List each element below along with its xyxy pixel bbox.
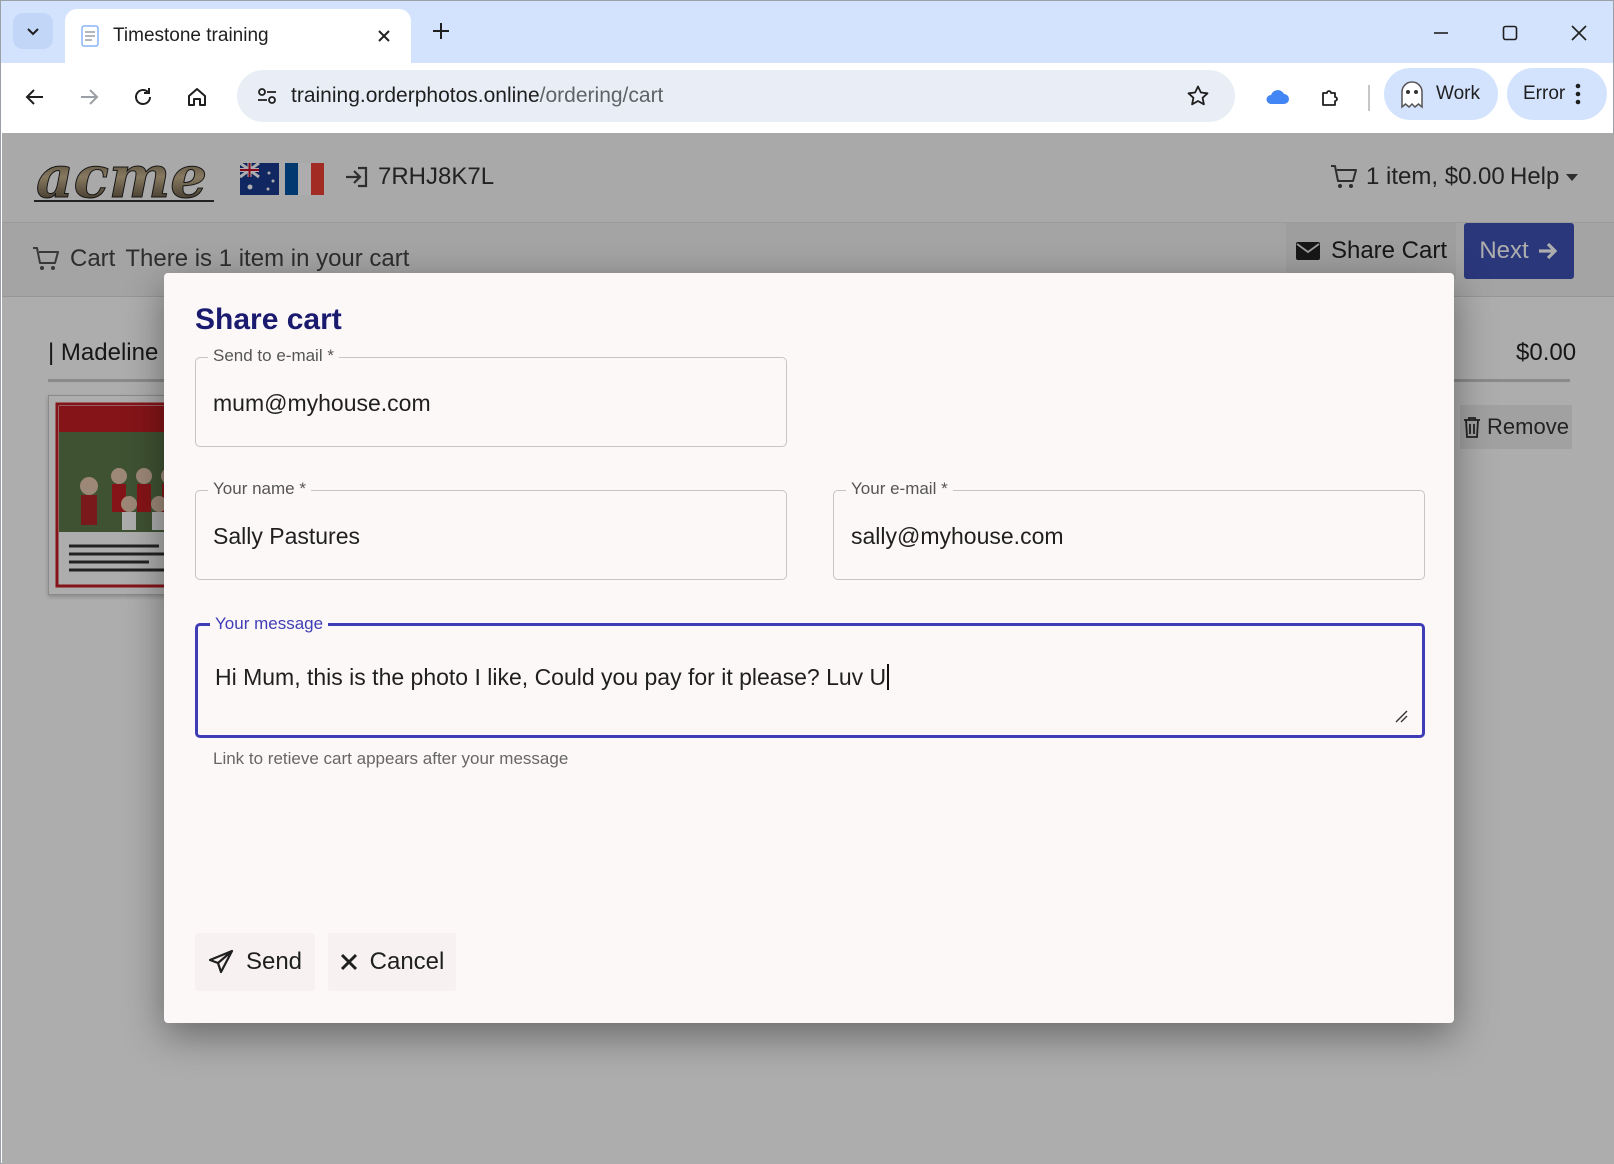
tab-search-button[interactable]	[13, 13, 53, 49]
arrow-right-icon	[81, 89, 99, 105]
profile-button[interactable]: Work	[1384, 68, 1498, 120]
error-menu-button[interactable]: Error	[1507, 68, 1607, 120]
your-email-field[interactable]: Your e-mail * sally@myhouse.com	[833, 479, 1425, 580]
minimize-button[interactable]	[1419, 13, 1463, 53]
close-icon	[340, 953, 357, 971]
share-cart-dialog: Share cart Send to e-mail * mum@myhouse.…	[164, 273, 1454, 1023]
forward-button[interactable]	[69, 77, 109, 117]
maximize-button[interactable]	[1488, 13, 1532, 53]
home-button[interactable]	[177, 77, 217, 117]
your-message-textarea[interactable]: Your message Hi Mum, this is the photo I…	[195, 614, 1425, 738]
error-label: Error	[1523, 83, 1566, 104]
send-to-email-value: mum@myhouse.com	[213, 390, 431, 416]
extensions-puzzle-icon[interactable]	[1311, 77, 1351, 117]
cloud-extension-icon[interactable]	[1257, 77, 1297, 117]
your-message-label: Your message	[210, 614, 329, 634]
close-window-button[interactable]	[1557, 13, 1601, 53]
reload-icon	[135, 88, 151, 105]
plus-icon	[433, 23, 449, 39]
tab-strip: Timestone training	[1, 1, 1613, 63]
your-email-label: Your e-mail *	[846, 479, 953, 499]
ghost-avatar-icon	[1401, 81, 1423, 109]
maximize-icon	[1502, 25, 1518, 41]
url-text: training.orderphotos.online/ordering/car…	[291, 84, 663, 108]
page-icon	[79, 24, 101, 48]
message-hint: Link to retieve cart appears after your …	[213, 749, 569, 768]
your-name-label: Your name *	[208, 479, 311, 499]
your-email-value: sally@myhouse.com	[851, 523, 1064, 549]
send-label: Send	[245, 948, 303, 975]
send-button[interactable]: Send	[195, 933, 315, 991]
close-icon	[1571, 25, 1587, 41]
address-bar[interactable]: training.orderphotos.online/ordering/car…	[237, 70, 1235, 122]
resize-grip-icon[interactable]	[1394, 709, 1408, 723]
page-content: acme 7RHJ8K7L 1 item, $0.00 Help Cart Th…	[2, 133, 1614, 1164]
url-host: training.orderphotos.online	[291, 84, 540, 107]
cancel-label: Cancel	[369, 948, 445, 975]
send-to-email-field[interactable]: Send to e-mail * mum@myhouse.com	[195, 346, 787, 447]
site-settings-icon[interactable]	[251, 80, 283, 112]
close-tab-icon[interactable]	[371, 23, 397, 49]
new-tab-button[interactable]	[425, 15, 457, 47]
toolbar-divider	[1368, 85, 1370, 111]
cancel-button[interactable]: Cancel	[328, 933, 456, 991]
tab-title: Timestone training	[113, 25, 269, 46]
url-path: /ordering/cart	[539, 84, 664, 107]
profile-label: Work	[1436, 83, 1480, 104]
your-message-text: Hi Mum, this is the photo I like, Could …	[215, 664, 887, 690]
chevron-down-icon	[27, 28, 39, 36]
browser-window: Timestone training training.orderphotos.…	[0, 0, 1614, 1164]
your-name-field[interactable]: Your name * Sally Pastures	[195, 479, 787, 580]
dialog-title: Share cart	[195, 303, 342, 336]
back-button[interactable]	[15, 77, 55, 117]
home-icon	[188, 88, 206, 106]
text-caret	[887, 664, 890, 690]
your-name-value: Sally Pastures	[213, 523, 361, 549]
kebab-menu-icon	[1575, 83, 1581, 105]
your-message-value: Hi Mum, this is the photo I like, Could …	[215, 664, 890, 691]
send-to-email-label: Send to e-mail *	[208, 346, 339, 366]
reload-button[interactable]	[123, 77, 163, 117]
arrow-left-icon	[25, 89, 43, 105]
browser-toolbar: training.orderphotos.online/ordering/car…	[1, 63, 1613, 133]
tab-active[interactable]: Timestone training	[65, 9, 411, 63]
minimize-icon	[1434, 32, 1448, 34]
paper-plane-icon	[208, 949, 234, 974]
bookmark-star-icon[interactable]	[1181, 79, 1215, 113]
